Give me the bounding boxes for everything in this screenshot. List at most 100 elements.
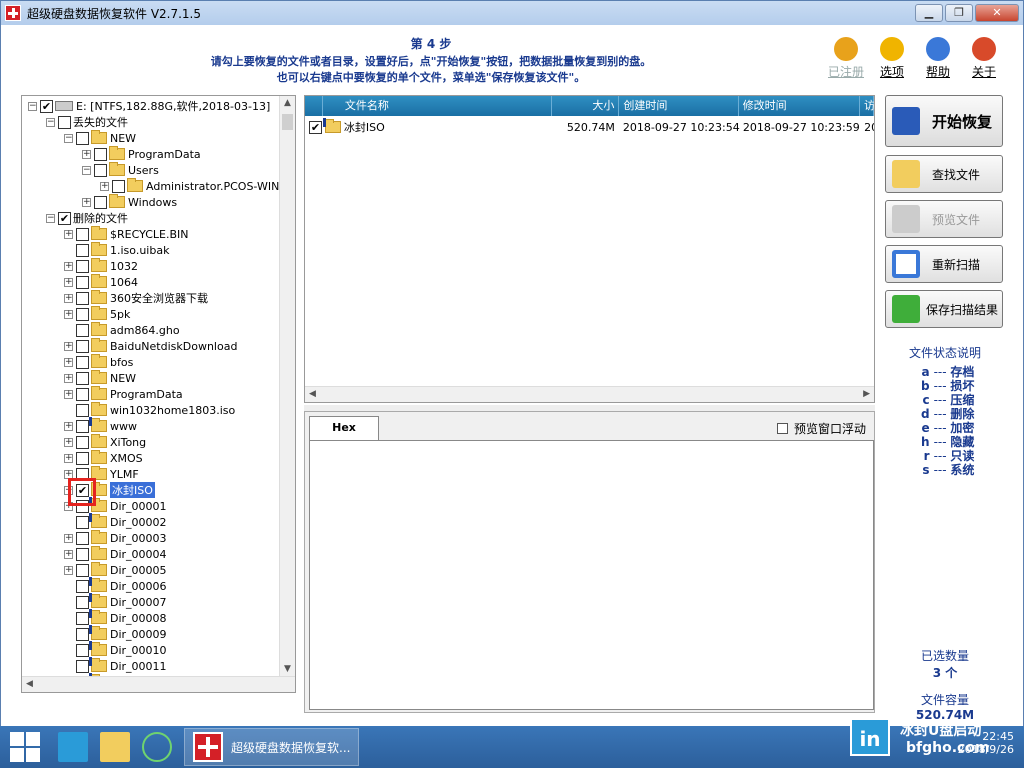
desktop-icon[interactable] — [58, 732, 88, 762]
scroll-thumb[interactable] — [282, 114, 293, 130]
scroll-up-icon[interactable]: ▲ — [284, 98, 291, 108]
expand-icon[interactable]: + — [64, 261, 73, 271]
tree-node[interactable]: − Users — [22, 162, 280, 178]
tree-node[interactable]: +5pk — [22, 306, 280, 322]
col-modified[interactable]: 修改时间 — [739, 96, 860, 116]
save-scan-result-button[interactable]: 保存扫描结果 — [885, 290, 1003, 328]
toolbar-gear-button[interactable]: 选项 — [873, 37, 911, 80]
expand-icon[interactable]: + — [64, 341, 73, 351]
tree-checkbox[interactable] — [40, 99, 53, 113]
explorer-icon[interactable] — [100, 732, 130, 762]
tree-node[interactable]: − 丢失的文件 — [22, 114, 280, 130]
col-access[interactable]: 访 — [860, 96, 874, 116]
tree-node[interactable]: Dir_00007 — [22, 593, 280, 610]
tree-node[interactable]: − 删除的文件 — [22, 210, 280, 226]
tree-checkbox[interactable] — [76, 563, 89, 577]
tree-node[interactable]: Dir_00002 — [22, 513, 280, 530]
tree-node[interactable]: win1032home1803.iso — [22, 402, 280, 418]
tree-node[interactable]: +360安全浏览器下载 — [22, 290, 280, 306]
tree-node[interactable]: adm864.gho — [22, 322, 280, 338]
tree-node[interactable]: + $RECYCLE.BIN — [22, 226, 280, 242]
tree-node[interactable]: + ProgramData — [22, 146, 280, 162]
tree-checkbox[interactable] — [94, 195, 107, 209]
float-window-toggle[interactable]: 预览窗口浮动 — [776, 420, 866, 437]
tree-node[interactable]: + Administrator.PCOS-WIN1 — [22, 178, 280, 194]
expand-icon[interactable]: + — [82, 149, 91, 159]
find-file-button[interactable]: 查找文件 — [885, 155, 1003, 193]
expand-icon[interactable]: + — [64, 389, 73, 399]
expand-icon[interactable]: + — [100, 181, 109, 191]
tree-checkbox[interactable] — [76, 259, 89, 273]
tree-checkbox[interactable] — [112, 179, 125, 193]
col-name[interactable]: 文件名称 — [323, 96, 552, 116]
tree-checkbox[interactable] — [76, 243, 89, 257]
float-window-checkbox[interactable] — [776, 423, 788, 434]
folder-tree[interactable]: −E: [NTFS,182.88G,软件,2018-03-13]−丢失的文件−N… — [22, 96, 280, 676]
tree-checkbox[interactable] — [76, 371, 89, 385]
tree-vertical-scrollbar[interactable]: ▲ ▼ — [279, 96, 295, 676]
tree-node[interactable]: + Windows — [22, 194, 280, 210]
tree-node[interactable]: + www — [22, 417, 280, 434]
preview-file-button[interactable]: 预览文件 — [885, 200, 1003, 238]
tree-node[interactable]: Dir_00008 — [22, 609, 280, 626]
tree-node[interactable]: + XiTong — [22, 434, 280, 450]
close-button[interactable]: ✕ — [975, 4, 1019, 22]
tree-node[interactable]: +1032 — [22, 258, 280, 274]
expand-icon[interactable]: + — [82, 197, 91, 207]
tree-checkbox[interactable] — [76, 387, 89, 401]
hex-view[interactable] — [309, 440, 874, 710]
tree-node[interactable]: + YLMF — [22, 466, 280, 482]
collapse-icon[interactable]: − — [46, 117, 55, 127]
expand-icon[interactable]: + — [64, 229, 73, 239]
tree-node[interactable]: + Dir_00005 — [22, 562, 280, 578]
toolbar-cart-button[interactable]: 已注册 — [827, 37, 865, 80]
tree-checkbox[interactable] — [76, 515, 89, 529]
tree-node[interactable]: + bfos — [22, 354, 280, 370]
col-icon[interactable] — [305, 96, 323, 116]
tree-checkbox[interactable] — [76, 451, 89, 465]
windows-start-icon[interactable] — [10, 732, 40, 762]
row-checkbox[interactable] — [309, 120, 322, 134]
expand-icon[interactable]: + — [64, 565, 73, 575]
tree-checkbox[interactable] — [76, 275, 89, 289]
expand-icon[interactable]: + — [64, 437, 73, 447]
expand-icon[interactable]: + — [64, 309, 73, 319]
tree-checkbox[interactable] — [76, 419, 89, 433]
tree-checkbox[interactable] — [58, 115, 71, 129]
tree-checkbox[interactable] — [94, 147, 107, 161]
maximize-button[interactable]: ❐ — [945, 4, 973, 22]
tree-node[interactable]: + Dir_00004 — [22, 546, 280, 562]
tree-node[interactable]: Dir_00011 — [22, 657, 280, 674]
tree-node[interactable]: − E: [NTFS,182.88G,软件,2018-03-13] — [22, 98, 280, 114]
tree-checkbox[interactable] — [76, 131, 89, 145]
tree-node[interactable]: Dir_00006 — [22, 577, 280, 594]
tree-checkbox[interactable] — [76, 531, 89, 545]
start-recovery-button[interactable]: 开始恢复 — [885, 95, 1003, 147]
tree-node[interactable]: +1064 — [22, 274, 280, 290]
list-scroll-left-icon[interactable]: ◀ — [309, 389, 316, 399]
tree-node[interactable]: + ProgramData — [22, 386, 280, 402]
toolbar-home-button[interactable]: 关于 — [965, 37, 1003, 80]
tree-node[interactable]: +冰封ISO — [22, 482, 280, 498]
tree-node[interactable]: + Dir_00001 — [22, 497, 280, 514]
collapse-icon[interactable]: − — [46, 213, 55, 223]
tree-node[interactable]: + Dir_00003 — [22, 530, 280, 546]
tree-checkbox[interactable] — [94, 163, 107, 177]
list-scroll-right-icon[interactable]: ▶ — [863, 389, 870, 399]
rescan-button[interactable]: 重新扫描 — [885, 245, 1003, 283]
expand-icon[interactable]: + — [64, 293, 73, 303]
col-created[interactable]: 创建时间 — [619, 96, 739, 116]
scroll-down-icon[interactable]: ▼ — [284, 664, 291, 674]
tree-node[interactable]: + NEW — [22, 370, 280, 386]
tree-node[interactable]: 1.iso.uibak — [22, 242, 280, 258]
col-size[interactable]: 大小 — [552, 96, 620, 116]
tree-checkbox[interactable] — [76, 339, 89, 353]
tree-checkbox[interactable] — [76, 595, 89, 609]
list-horizontal-scrollbar[interactable]: ◀ ▶ — [305, 386, 874, 402]
tree-checkbox[interactable] — [76, 403, 89, 417]
toolbar-help-button[interactable]: 帮助 — [919, 37, 957, 80]
tree-checkbox[interactable] — [76, 643, 89, 657]
tree-checkbox[interactable] — [76, 355, 89, 369]
tree-checkbox[interactable] — [76, 307, 89, 321]
taskbar-app-recovery[interactable]: 超级硬盘数据恢复软... — [184, 728, 360, 766]
